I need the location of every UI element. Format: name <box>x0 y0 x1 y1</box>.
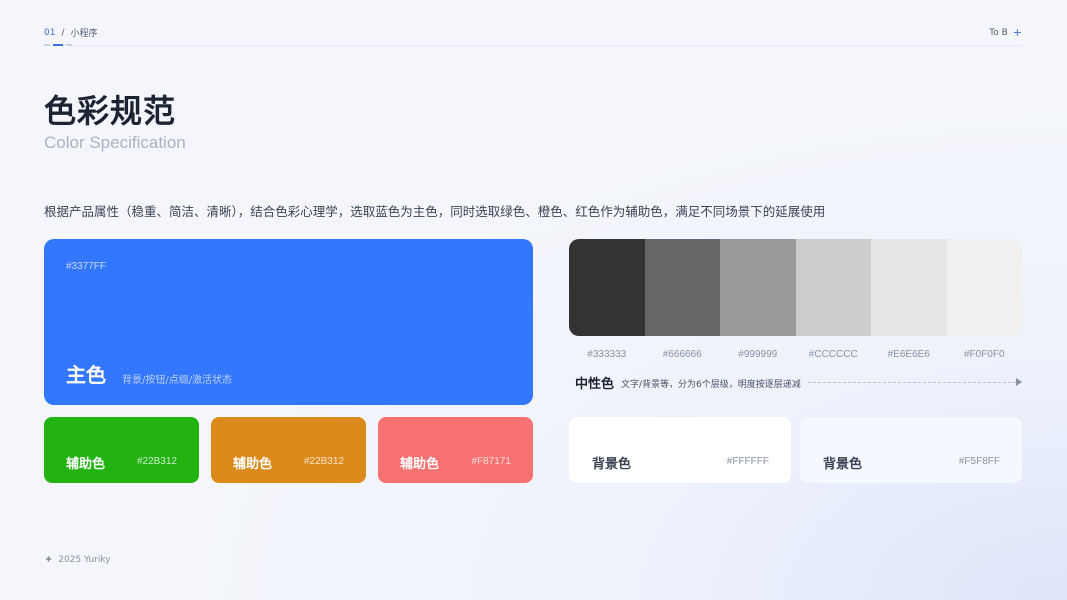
footer-text: 2025 Yuriky <box>58 554 111 565</box>
primary-hex: #3377FF <box>66 261 107 272</box>
tag-label: To B <box>989 27 1008 38</box>
primary-note: 背景/按钮/点缀/激活状态 <box>122 375 233 386</box>
header-divider <box>44 45 1022 46</box>
background-name: 背景色 <box>592 457 632 472</box>
background-hex: #FFFFFF <box>726 456 769 467</box>
neutral-hex-labels: #333333 #666666 #999999 #CCCCCC #E6E6E6 … <box>569 349 1022 360</box>
neutral-hex: #666666 <box>662 349 702 360</box>
dashed-line <box>808 382 1016 383</box>
page-description: 根据产品属性（稳重、简洁、清晰），结合色彩心理学，选取蓝色为主色，同时选取绿色、… <box>44 204 826 219</box>
neutral-hex: #999999 <box>738 349 778 360</box>
auxiliary-color-card-orange: 辅助色 #22B312 <box>211 417 366 483</box>
neutral-swatch <box>569 239 645 336</box>
neutral-hex: #E6E6E6 <box>887 349 930 360</box>
neutral-hex: #CCCCCC <box>808 349 858 360</box>
background-color-card-white: 背景色 #FFFFFF <box>569 417 791 483</box>
auxiliary-name: 辅助色 <box>66 457 106 472</box>
auxiliary-name: 辅助色 <box>400 457 440 472</box>
breadcrumb-separator: / <box>61 27 65 38</box>
page-title: 色彩规范 <box>44 92 177 130</box>
page-number: 01 <box>44 27 56 38</box>
primary-color-card: #3377FF 主色 背景/按钮/点缀/激活状态 <box>44 239 533 405</box>
auxiliary-color-card-green: 辅助色 #22B312 <box>44 417 199 483</box>
plus-icon: + <box>1012 26 1022 39</box>
neutral-hex: #F0F0F0 <box>963 349 1005 360</box>
neutral-swatch <box>795 239 871 336</box>
background-hex: #F5F8FF <box>958 456 1000 467</box>
header-progress-mark <box>44 44 74 46</box>
auxiliary-hex: #F87171 <box>471 456 511 467</box>
neutral-note: 文字/背景等，分为6个层级，明度按逐层递减 <box>621 380 801 390</box>
auxiliary-hex: #22B312 <box>303 456 344 467</box>
sparkle-icon: ✦ <box>44 553 54 566</box>
neutral-swatch <box>720 239 796 336</box>
arrow-right-icon <box>1016 378 1022 386</box>
header-breadcrumb: 01 / 小程序 <box>44 26 98 40</box>
neutral-swatch <box>644 239 720 336</box>
header-tag: To B + <box>989 26 1022 39</box>
primary-name: 主色 <box>66 363 106 387</box>
background-color-card-light-blue: 背景色 #F5F8FF <box>800 417 1022 483</box>
neutral-swatch <box>871 239 947 336</box>
auxiliary-hex: #22B312 <box>136 456 177 467</box>
background-name: 背景色 <box>823 457 863 472</box>
neutral-title: 中性色 <box>575 377 615 392</box>
neutral-hex: #333333 <box>587 349 627 360</box>
auxiliary-color-card-red: 辅助色 #F87171 <box>378 417 533 483</box>
section-name: 小程序 <box>70 29 98 39</box>
neutral-color-strip <box>569 239 1022 336</box>
neutral-swatch <box>946 239 1022 336</box>
auxiliary-name: 辅助色 <box>233 457 273 472</box>
page-subtitle: Color Specification <box>44 133 186 152</box>
footer: ✦ 2025 Yuriky <box>44 553 111 566</box>
